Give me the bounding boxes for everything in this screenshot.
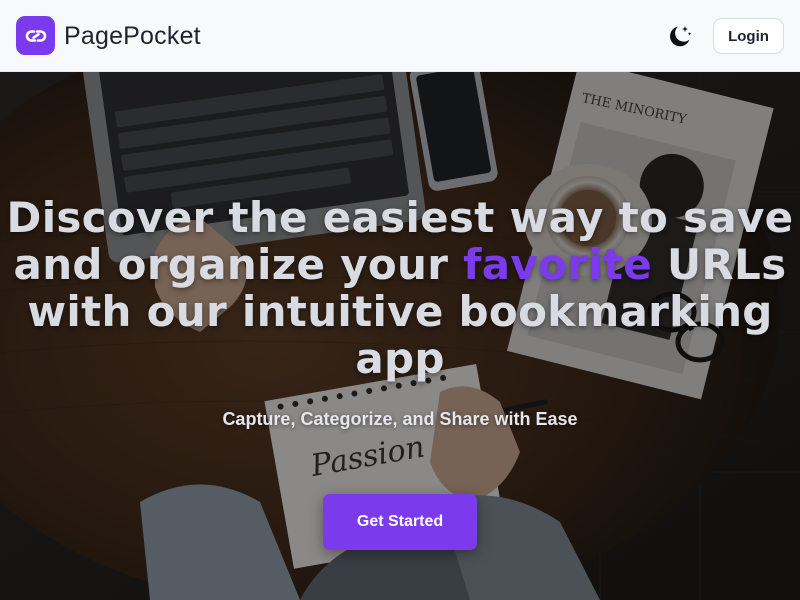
link-icon xyxy=(25,29,46,42)
get-started-button[interactable]: Get Started xyxy=(323,494,477,550)
hero-section: THE MINORITY Passion Discover the easies… xyxy=(0,72,800,600)
hero-headline: Discover the easiest way to save and org… xyxy=(0,194,800,382)
theme-toggle-button[interactable] xyxy=(664,20,696,52)
brand-name[interactable]: PagePocket xyxy=(64,22,201,50)
login-button[interactable]: Login xyxy=(713,18,784,54)
headline-accent-word: favorite xyxy=(463,240,653,289)
top-nav: PagePocket Login xyxy=(0,0,800,72)
page: PagePocket Login THE MINORITY Passion Di… xyxy=(0,0,800,600)
moon-stars-icon xyxy=(670,26,692,47)
logo[interactable] xyxy=(16,16,55,55)
hero-tagline: Capture, Categorize, and Share with Ease xyxy=(222,409,578,429)
